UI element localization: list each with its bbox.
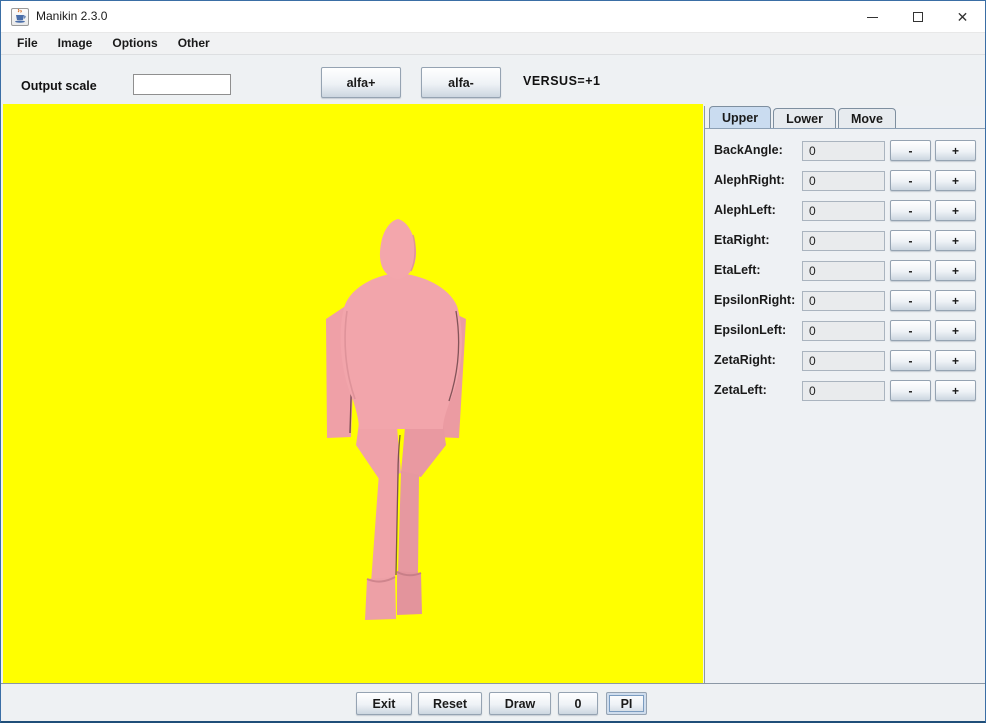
tab-upper[interactable]: Upper	[709, 106, 772, 128]
param-value-field[interactable]: 0	[802, 351, 885, 371]
param-label: EpsilonLeft:	[714, 323, 787, 337]
app-window: Manikin 2.3.0 ✕ File Image Options Other…	[0, 0, 986, 723]
param-value-field[interactable]: 0	[802, 171, 885, 191]
param-value-field[interactable]: 0	[802, 201, 885, 221]
bottom-bar: Exit Reset Draw 0 PI	[1, 683, 985, 721]
window-title: Manikin 2.3.0	[36, 9, 108, 23]
param-value-field[interactable]: 0	[802, 321, 885, 341]
increment-button[interactable]: +	[935, 230, 976, 251]
increment-button[interactable]: +	[935, 260, 976, 281]
decrement-button[interactable]: -	[890, 350, 931, 371]
increment-button[interactable]: +	[935, 200, 976, 221]
pi-button[interactable]: PI	[606, 692, 647, 715]
decrement-button[interactable]: -	[890, 140, 931, 161]
manikin-figure	[326, 219, 466, 620]
decrement-button[interactable]: -	[890, 320, 931, 341]
increment-button[interactable]: +	[935, 140, 976, 161]
menu-options[interactable]: Options	[102, 34, 167, 53]
close-icon: ✕	[956, 8, 969, 25]
param-label: ZetaLeft:	[714, 383, 767, 397]
menu-other[interactable]: Other	[168, 34, 220, 53]
decrement-button[interactable]: -	[890, 290, 931, 311]
maximize-icon	[912, 12, 923, 22]
exit-button[interactable]: Exit	[356, 692, 412, 715]
decrement-button[interactable]: -	[890, 230, 931, 251]
increment-button[interactable]: +	[935, 350, 976, 371]
java-app-icon	[11, 8, 29, 26]
output-scale-label: Output scale	[21, 79, 97, 93]
param-label: EtaRight:	[714, 233, 770, 247]
increment-button[interactable]: +	[935, 170, 976, 191]
increment-button[interactable]: +	[935, 320, 976, 341]
param-label: AlephLeft:	[714, 203, 776, 217]
output-scale-input[interactable]	[133, 74, 231, 95]
zero-button[interactable]: 0	[558, 692, 598, 715]
param-label: BackAngle:	[714, 143, 783, 157]
draw-button[interactable]: Draw	[489, 692, 551, 715]
decrement-button[interactable]: -	[890, 260, 931, 281]
parameter-panel: Upper Lower Move BackAngle: 0- + AlephRight…	[704, 106, 985, 683]
param-row: AlephRight: 0- +	[705, 170, 985, 192]
minimize-icon	[867, 16, 878, 18]
param-label: EpsilonRight:	[714, 293, 796, 307]
menu-image[interactable]: Image	[48, 34, 103, 53]
close-button[interactable]: ✕	[940, 1, 985, 33]
param-value-field[interactable]: 0	[802, 141, 885, 161]
menu-file[interactable]: File	[7, 34, 48, 53]
param-row: ZetaRight: 0- +	[705, 350, 985, 372]
param-row: BackAngle: 0- +	[705, 140, 985, 162]
param-label: ZetaRight:	[714, 353, 776, 367]
tab-lower[interactable]: Lower	[773, 108, 836, 128]
alfa-plus-button[interactable]: alfa+	[321, 67, 401, 98]
param-value-field[interactable]: 0	[802, 261, 885, 281]
param-row: EpsilonLeft: 0- +	[705, 320, 985, 342]
reset-button[interactable]: Reset	[418, 692, 482, 715]
param-value-field[interactable]: 0	[802, 231, 885, 251]
tab-content-border	[705, 128, 985, 129]
param-row: EtaRight: 0- +	[705, 230, 985, 252]
decrement-button[interactable]: -	[890, 380, 931, 401]
param-value-field[interactable]: 0	[802, 381, 885, 401]
drawing-canvas[interactable]	[3, 104, 703, 683]
param-row: EtaLeft: 0- +	[705, 260, 985, 282]
param-label: EtaLeft:	[714, 263, 761, 277]
tab-move[interactable]: Move	[837, 108, 896, 128]
minimize-button[interactable]	[850, 1, 895, 33]
param-value-field[interactable]: 0	[802, 291, 885, 311]
decrement-button[interactable]: -	[890, 200, 931, 221]
param-row: AlephLeft: 0- +	[705, 200, 985, 222]
title-bar: Manikin 2.3.0 ✕	[1, 1, 985, 33]
param-row: ZetaLeft: 0- +	[705, 380, 985, 402]
increment-button[interactable]: +	[935, 380, 976, 401]
param-label: AlephRight:	[714, 173, 785, 187]
decrement-button[interactable]: -	[890, 170, 931, 191]
tab-bar: Upper Lower Move	[709, 106, 898, 128]
alfa-minus-button[interactable]: alfa-	[421, 67, 501, 98]
menu-bar: File Image Options Other	[1, 33, 985, 55]
param-row: EpsilonRight: 0- +	[705, 290, 985, 312]
maximize-button[interactable]	[895, 1, 940, 33]
versus-status-label: VERSUS=+1	[523, 74, 601, 88]
increment-button[interactable]: +	[935, 290, 976, 311]
